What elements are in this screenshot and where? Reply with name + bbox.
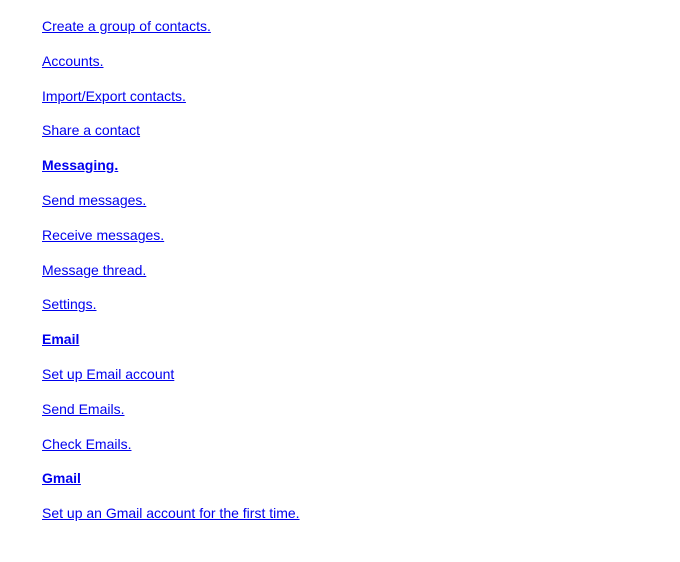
toc-link-send-emails[interactable]: Send Emails. [42, 401, 124, 417]
toc-link-setup-email-account[interactable]: Set up Email account [42, 366, 174, 382]
toc-link-receive-messages[interactable]: Receive messages. [42, 227, 164, 243]
toc-link-message-thread[interactable]: Message thread. [42, 262, 146, 278]
toc-link-create-group-contacts[interactable]: Create a group of contacts. [42, 18, 211, 34]
toc-link-setup-gmail-first-time[interactable]: Set up an Gmail account for the first ti… [42, 505, 300, 521]
toc-section-gmail[interactable]: Gmail [42, 470, 81, 486]
toc-link-accounts[interactable]: Accounts. [42, 53, 103, 69]
toc-link-check-emails[interactable]: Check Emails. [42, 436, 131, 452]
toc-link-import-export-contacts[interactable]: Import/Export contacts. [42, 88, 186, 104]
toc-section-email[interactable]: Email [42, 331, 79, 347]
toc-link-send-messages[interactable]: Send messages. [42, 192, 146, 208]
toc-section-messaging[interactable]: Messaging. [42, 157, 118, 173]
toc-link-settings[interactable]: Settings. [42, 296, 96, 312]
toc-link-share-contact[interactable]: Share a contact [42, 122, 140, 138]
